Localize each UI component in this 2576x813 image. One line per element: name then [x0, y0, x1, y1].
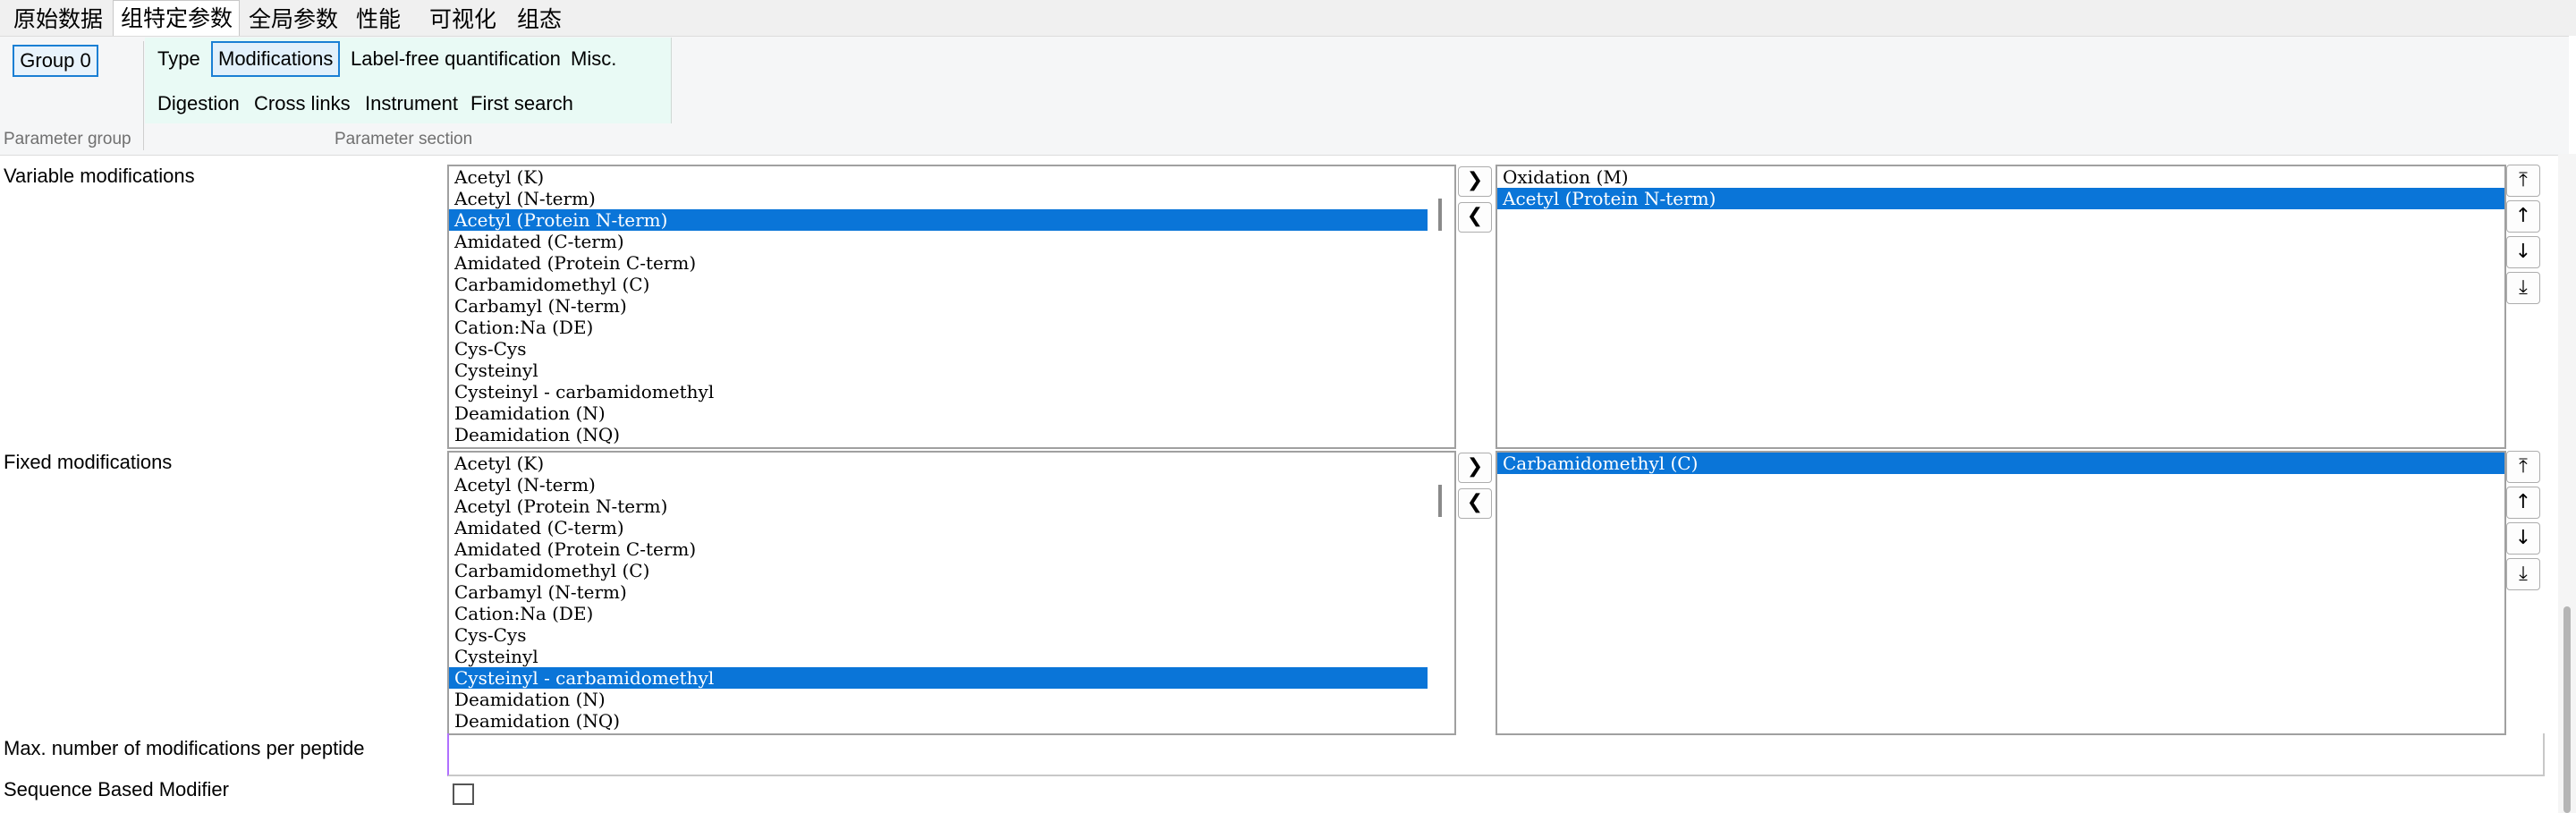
move-down-icon: ↓ — [2514, 527, 2532, 549]
sequence-based-modifier-checkbox[interactable] — [453, 783, 474, 805]
tab-configuration[interactable]: 组态 — [510, 4, 567, 36]
fixed-move-down-button[interactable]: ↓ — [2506, 522, 2540, 555]
variable-available-scrollbar[interactable] — [1428, 166, 1454, 447]
list-item[interactable]: Acetyl (N-term) — [449, 188, 1454, 209]
variable-remove-button[interactable]: ❮ — [1458, 202, 1492, 233]
list-item[interactable]: Cys-Cys — [449, 338, 1454, 360]
tab-raw-data[interactable]: 原始数据 — [4, 4, 113, 36]
list-item[interactable]: Carbamidomethyl (C) — [449, 560, 1454, 581]
variable-move-up-button[interactable]: ↑ — [2506, 200, 2540, 233]
variable-add-button[interactable]: ❯ — [1458, 166, 1492, 197]
list-item[interactable]: Acetyl (N-term) — [449, 474, 1454, 495]
tab-group-specific-parameters[interactable]: 组特定参数 — [113, 0, 240, 36]
tab-performance[interactable]: 性能 — [349, 4, 408, 36]
list-item[interactable]: Amidated (Protein C-term) — [449, 252, 1454, 274]
section-cross-links-button[interactable]: Cross links — [249, 86, 356, 122]
variable-move-top-button[interactable]: ⤒ — [2506, 165, 2540, 197]
fixed-add-button[interactable]: ❯ — [1458, 453, 1492, 483]
ribbon-divider — [143, 41, 144, 150]
list-item[interactable]: Cys-Cys — [449, 624, 1454, 646]
fixed-selected-listbox[interactable]: Carbamidomethyl (C) — [1496, 451, 2506, 735]
scroll-thumb[interactable] — [1438, 485, 1442, 517]
move-bottom-icon: ⤓ — [2519, 563, 2528, 585]
move-top-icon: ⤒ — [2519, 169, 2528, 191]
list-item[interactable]: Acetyl (K) — [449, 166, 1454, 188]
chevron-right-icon: ❯ — [1466, 169, 1484, 191]
section-type-button[interactable]: Type — [152, 41, 206, 77]
list-item[interactable]: Acetyl (Protein N-term) — [449, 209, 1454, 231]
list-item[interactable]: Carbamidomethyl (C) — [449, 274, 1454, 295]
list-item[interactable]: Cysteinyl — [449, 646, 1454, 667]
section-label-free-quantification-button[interactable]: Label-free quantification — [345, 41, 566, 77]
sequence-based-modifier-label: Sequence Based Modifier — [4, 778, 229, 800]
fixed-available-scrollbar[interactable] — [1428, 453, 1454, 733]
section-modifications-button[interactable]: Modifications — [211, 41, 341, 77]
variable-selected-listbox[interactable]: Oxidation (M) Acetyl (Protein N-term) — [1496, 165, 2506, 449]
fixed-move-top-button[interactable]: ⤒ — [2506, 451, 2540, 483]
section-digestion-button[interactable]: Digestion — [152, 86, 245, 122]
list-item[interactable]: Amidated (C-term) — [449, 517, 1454, 538]
list-item[interactable]: Acetyl (K) — [449, 453, 1454, 474]
tab-global-parameters[interactable]: 全局参数 — [242, 4, 345, 36]
list-item[interactable]: Cation:Na (DE) — [449, 317, 1454, 338]
main-tab-strip: 原始数据 组特定参数 全局参数 性能 可视化 组态 — [0, 0, 2576, 36]
tab-visualization[interactable]: 可视化 — [422, 4, 503, 36]
section-misc-button[interactable]: Misc. — [565, 41, 622, 77]
list-item[interactable]: Carbamyl (N-term) — [449, 581, 1454, 603]
group-0-button[interactable]: Group 0 — [13, 45, 98, 77]
fixed-available-listbox[interactable]: Acetyl (K) Acetyl (N-term) Acetyl (Protein… — [447, 451, 1456, 735]
fixed-move-bottom-button[interactable]: ⤓ — [2506, 558, 2540, 590]
fixed-move-up-button[interactable]: ↑ — [2506, 487, 2540, 519]
parameter-section-caption: Parameter section — [335, 130, 473, 148]
parameter-group-caption: Parameter group — [4, 130, 131, 148]
variable-move-down-button[interactable]: ↓ — [2506, 236, 2540, 268]
input-border — [2543, 733, 2545, 776]
list-item[interactable]: Deamidation (NQ) — [449, 710, 1454, 732]
move-bottom-icon: ⤓ — [2519, 276, 2528, 299]
variable-move-bottom-button[interactable]: ⤓ — [2506, 272, 2540, 304]
variable-available-listbox[interactable]: Acetyl (K) Acetyl (N-term) Acetyl (Protein… — [447, 165, 1456, 449]
move-up-icon: ↑ — [2514, 491, 2532, 513]
max-modifications-label: Max. number of modifications per peptide — [4, 737, 365, 759]
variable-modifications-label: Variable modifications — [4, 165, 195, 187]
list-item[interactable]: Cysteinyl — [449, 360, 1454, 381]
list-item[interactable]: Acetyl (Protein N-term) — [449, 495, 1454, 517]
section-first-search-button[interactable]: First search — [465, 86, 579, 122]
list-item[interactable]: Cation:Na (DE) — [449, 603, 1454, 624]
list-item[interactable]: Amidated (C-term) — [449, 231, 1454, 252]
chevron-left-icon: ❮ — [1466, 205, 1484, 227]
move-top-icon: ⤒ — [2519, 455, 2528, 478]
page-scroll-thumb[interactable] — [2563, 606, 2571, 813]
list-item[interactable]: Deamidation (NQ) — [449, 424, 1454, 445]
section-instrument-button[interactable]: Instrument — [360, 86, 463, 122]
move-down-icon: ↓ — [2514, 241, 2532, 263]
max-modifications-input[interactable] — [447, 733, 2545, 776]
list-item[interactable]: Cysteinyl - carbamidomethyl — [449, 667, 1454, 689]
list-item[interactable]: Carbamidomethyl (C) — [1497, 453, 2504, 474]
list-item[interactable]: Deamidation (N) — [449, 402, 1454, 424]
list-item[interactable]: Cysteinyl - carbamidomethyl — [449, 381, 1454, 402]
chevron-right-icon: ❯ — [1466, 455, 1484, 478]
list-item[interactable]: Carbamyl (N-term) — [449, 295, 1454, 317]
chevron-left-icon: ❮ — [1466, 491, 1484, 513]
fixed-remove-button[interactable]: ❮ — [1458, 488, 1492, 519]
fixed-modifications-label: Fixed modifications — [4, 451, 173, 473]
move-up-icon: ↑ — [2514, 205, 2532, 227]
list-item[interactable]: Acetyl (Protein N-term) — [1497, 188, 2504, 209]
list-item[interactable]: Deamidation (N) — [449, 689, 1454, 710]
list-item[interactable]: Oxidation (M) — [1497, 166, 2504, 188]
list-item[interactable]: Amidated (Protein C-term) — [449, 538, 1454, 560]
scroll-thumb[interactable] — [1438, 199, 1442, 231]
